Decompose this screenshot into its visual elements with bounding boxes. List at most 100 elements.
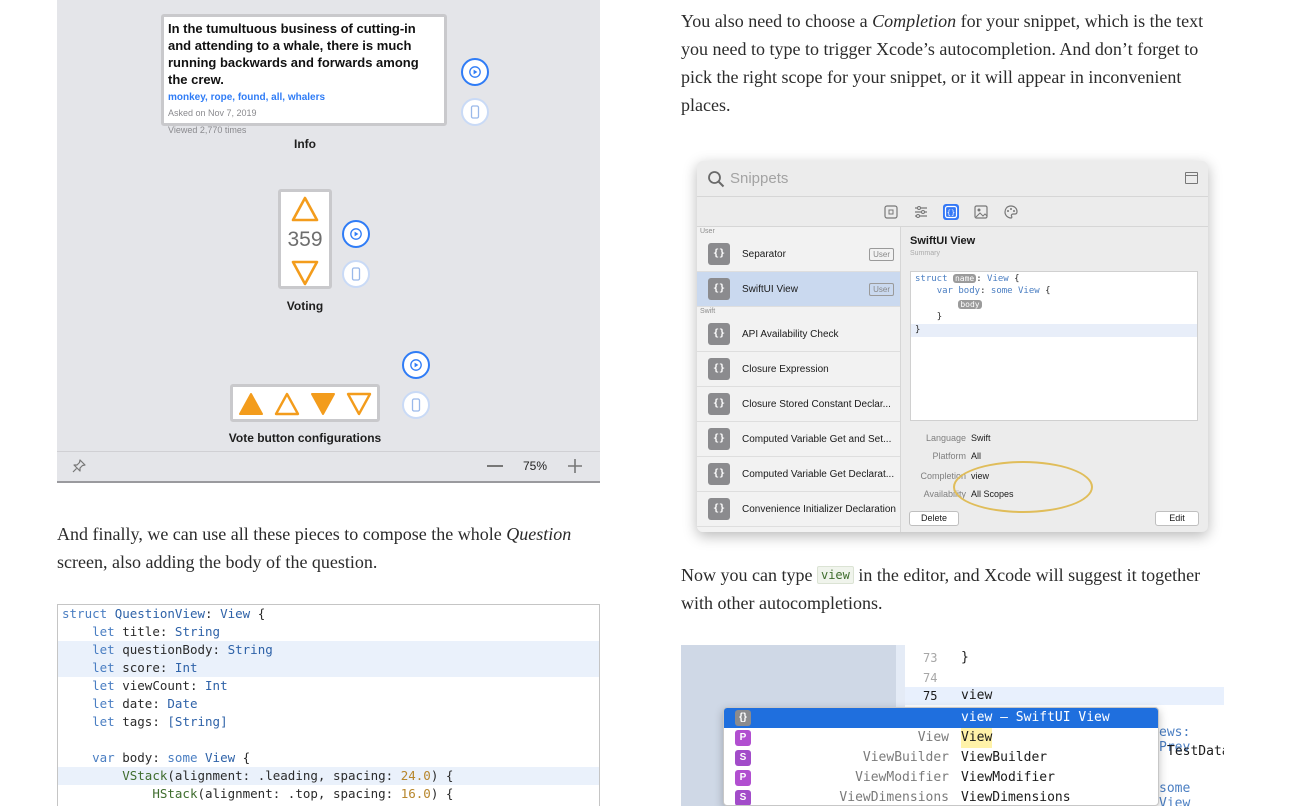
code-keyword: let bbox=[92, 696, 115, 711]
list-item[interactable]: {} API Availability Check bbox=[697, 317, 900, 352]
list-item[interactable]: {} Computed Variable Get Declarat... bbox=[697, 457, 900, 492]
arrow-up-icon bbox=[274, 392, 300, 416]
placeholder-token[interactable]: body bbox=[958, 300, 982, 309]
device-icon bbox=[351, 267, 361, 281]
code-call: VStack bbox=[122, 768, 168, 783]
code-prop: questionBody bbox=[122, 642, 213, 657]
list-item[interactable]: {} Closure Stored Constant Declar... bbox=[697, 387, 900, 422]
completion-item[interactable]: P ViewModifier ViewModifier bbox=[724, 768, 1158, 788]
zoom-out-icon[interactable] bbox=[487, 465, 503, 467]
live-preview-button[interactable] bbox=[402, 351, 430, 379]
svg-text:{}: {} bbox=[947, 209, 955, 217]
tab-media-icon[interactable] bbox=[973, 204, 989, 220]
vote-button-configurations bbox=[230, 384, 380, 422]
code-type: String bbox=[174, 624, 221, 639]
list-item-label: API Availability Check bbox=[742, 329, 839, 340]
delete-button[interactable]: Delete bbox=[909, 511, 959, 526]
preview-on-device-button[interactable] bbox=[461, 98, 489, 126]
live-preview-button[interactable] bbox=[461, 58, 489, 86]
arrow-up-icon[interactable] bbox=[291, 196, 319, 222]
snippet-braces-icon: {} bbox=[708, 278, 730, 300]
code-line: struct name: View { bbox=[915, 274, 1020, 284]
snippets-search-bar[interactable]: Snippets bbox=[697, 161, 1208, 197]
tab-colors-icon[interactable] bbox=[1003, 204, 1019, 220]
preview-on-device-button[interactable] bbox=[402, 391, 430, 419]
code-brace: { bbox=[1014, 274, 1020, 284]
zoom-in-icon[interactable] bbox=[567, 458, 583, 474]
search-input[interactable]: Snippets bbox=[730, 170, 788, 187]
code-keyword: let bbox=[92, 642, 115, 657]
code-line: var body: some View { bbox=[92, 750, 251, 765]
list-item[interactable]: {} SwiftUI View User bbox=[697, 272, 900, 307]
snippet-braces-icon: {} bbox=[708, 358, 730, 380]
search-icon bbox=[708, 171, 725, 188]
language-row: Language Swift bbox=[902, 433, 991, 443]
code-line: let score: Int bbox=[58, 659, 599, 677]
question-info-card: In the tumultuous business of cutting-in… bbox=[161, 14, 447, 135]
code-keyword: var bbox=[936, 286, 953, 296]
group-header-swift: Swift bbox=[700, 308, 716, 315]
zoom-level: 75% bbox=[523, 459, 548, 473]
snippet-braces-icon: {} bbox=[735, 710, 751, 726]
question-view-count: Viewed 2,770 times bbox=[168, 125, 247, 135]
library-toggle-icon[interactable] bbox=[1185, 172, 1198, 184]
completion-type: View bbox=[917, 730, 949, 745]
voting-view: 359 bbox=[278, 189, 332, 289]
code-line: let date: Date bbox=[92, 696, 198, 711]
snippet-code-editor[interactable]: struct name: View { var body: some View … bbox=[910, 271, 1198, 421]
snippet-summary[interactable]: Summary bbox=[910, 250, 940, 257]
snippet-title[interactable]: SwiftUI View bbox=[910, 235, 975, 247]
code-type: View bbox=[1018, 286, 1040, 296]
code-arg-label: alignment bbox=[174, 768, 243, 783]
language-label: Language bbox=[925, 433, 966, 443]
snippets-list: User {} Separator User {} SwiftUI View U… bbox=[697, 227, 901, 532]
code-keyword: struct bbox=[915, 274, 948, 284]
code-block: struct QuestionView: View { let title: S… bbox=[57, 604, 600, 806]
code-arg-label: spacing bbox=[332, 786, 386, 801]
completion-item[interactable]: {} view – SwiftUI View bbox=[724, 708, 1158, 728]
list-item-label: Convenience Initializer Declaration bbox=[742, 504, 896, 515]
code-line: body bbox=[911, 298, 1197, 311]
code-prop: title bbox=[122, 624, 160, 639]
platform-row: Platform All bbox=[902, 451, 981, 461]
pin-icon[interactable] bbox=[71, 458, 87, 474]
platform-value[interactable]: All bbox=[971, 451, 981, 461]
code-prop: body bbox=[958, 286, 981, 296]
tab-views-icon[interactable] bbox=[883, 204, 899, 220]
preview-on-device-button[interactable] bbox=[342, 260, 370, 288]
completion-type: ViewDimensions bbox=[839, 790, 949, 805]
completion-item[interactable]: S ViewDimensions ViewDimensions bbox=[724, 788, 1158, 805]
struct-icon: S bbox=[735, 790, 751, 805]
paragraph-finally: And finally, we can use all these pieces… bbox=[57, 520, 600, 576]
list-item[interactable]: {} Separator User bbox=[697, 237, 900, 272]
tab-snippets-icon[interactable]: {} bbox=[943, 204, 959, 220]
code-brace: } bbox=[915, 325, 921, 335]
completion-item[interactable]: S ViewBuilder ViewBuilder bbox=[724, 748, 1158, 768]
list-item[interactable]: {} Closure Expression bbox=[697, 352, 900, 387]
autocomplete-popup: {} view – SwiftUI View P View View S Vie… bbox=[723, 707, 1159, 806]
user-badge: User bbox=[869, 283, 894, 296]
list-item[interactable]: {} Convenience Initializer Declaration bbox=[697, 492, 900, 527]
code-type: View bbox=[987, 274, 1009, 284]
code-prop: date bbox=[122, 696, 153, 711]
code-brace: } bbox=[936, 312, 943, 322]
completion-item[interactable]: P View View bbox=[724, 728, 1158, 748]
edit-button[interactable]: Edit bbox=[1155, 511, 1199, 526]
code-arg-label: spacing bbox=[332, 768, 386, 783]
tab-modifiers-icon[interactable] bbox=[913, 204, 929, 220]
arrow-down-icon[interactable] bbox=[291, 260, 319, 286]
device-icon bbox=[411, 398, 421, 412]
placeholder-token[interactable]: name bbox=[952, 274, 977, 283]
language-value[interactable]: Swift bbox=[971, 433, 991, 443]
preview-toolbar: 75% bbox=[57, 451, 600, 481]
code-text: } bbox=[961, 650, 969, 665]
play-icon bbox=[350, 228, 362, 240]
list-item[interactable]: {} Computed Variable Get and Set... bbox=[697, 422, 900, 457]
arrow-up-filled-icon bbox=[239, 393, 263, 415]
snippet-braces-icon: {} bbox=[708, 463, 730, 485]
code-prop: viewCount bbox=[122, 678, 190, 693]
live-preview-button[interactable] bbox=[342, 220, 370, 248]
question-asked-date: Asked on Nov 7, 2019 bbox=[168, 108, 257, 118]
list-item-label: SwiftUI View bbox=[742, 284, 798, 295]
